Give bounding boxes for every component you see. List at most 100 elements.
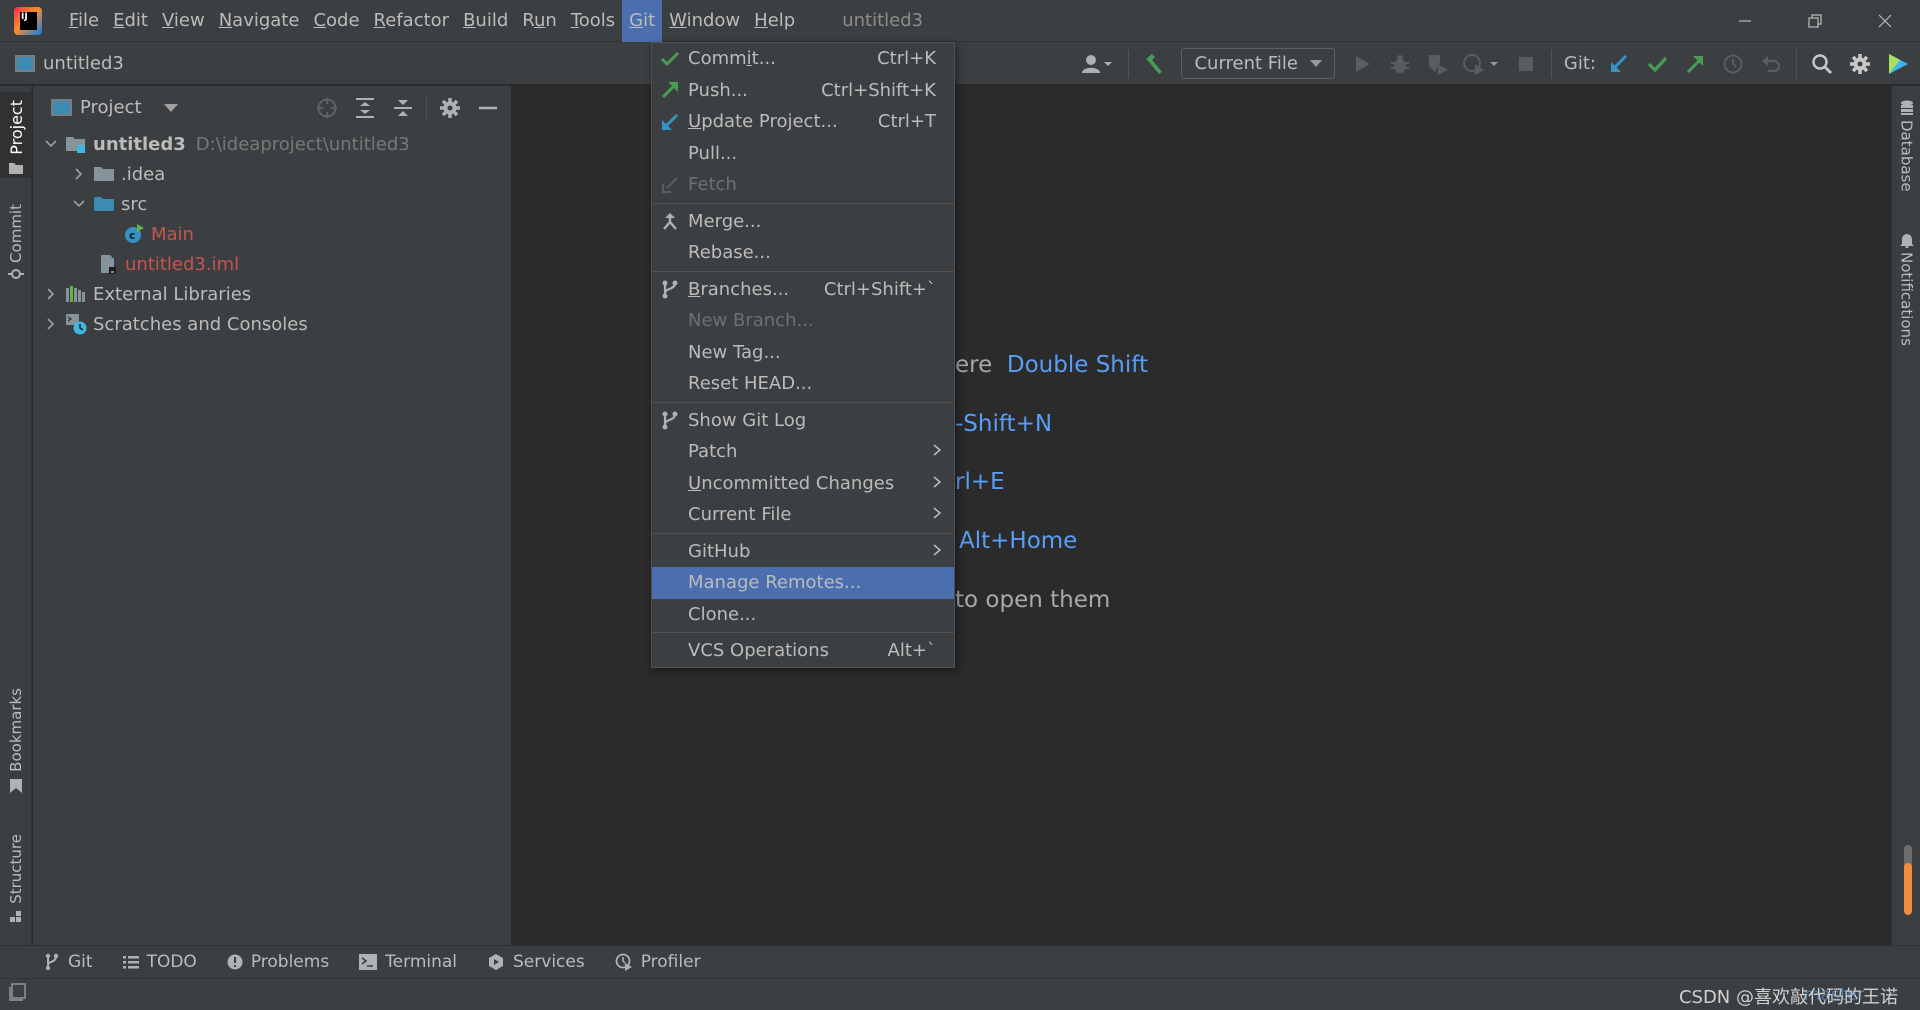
toggle-tool-windows-button[interactable] — [8, 982, 28, 1007]
git-menu-item-rebase[interactable]: Rebase... — [652, 237, 954, 269]
update-arrow-icon — [652, 112, 688, 132]
project-view-options-button[interactable] — [435, 93, 465, 123]
tool-windows-icon — [9, 983, 26, 1001]
menu-label-part: avigate — [232, 9, 300, 31]
git-update-button[interactable] — [1603, 48, 1635, 80]
git-menu-item-clone[interactable]: Clone... — [652, 599, 954, 631]
menu-label-part: New Tag... — [688, 341, 781, 363]
chevron-right-icon[interactable] — [43, 286, 59, 302]
menu-label-part: New Branch... — [688, 310, 814, 332]
intellij-logo-icon — [14, 6, 42, 35]
git-menu-item-commit[interactable]: Commit... Ctrl+K — [652, 43, 954, 75]
tree-node-scratches[interactable]: Scratches and Consoles — [33, 309, 511, 339]
search-everywhere-button[interactable] — [1806, 48, 1838, 80]
git-menu-item-current-file[interactable]: Current File — [652, 499, 954, 531]
chevron-down-icon[interactable] — [163, 103, 178, 112]
git-menu-item-shortcut: Ctrl+Shift+` — [823, 278, 936, 300]
tree-node-iml[interactable]: untitled3.iml — [33, 249, 511, 279]
git-rollback-button[interactable] — [1755, 48, 1787, 80]
menu-code[interactable]: Code — [306, 0, 366, 42]
git-menu-item-branches[interactable]: Branches... Ctrl+Shift+` — [652, 274, 954, 306]
expand-all-button[interactable] — [350, 93, 380, 123]
git-menu-item-pull[interactable]: Pull... — [652, 138, 954, 170]
tree-node-main[interactable]: c Main — [33, 219, 511, 249]
menu-label-part: t... — [751, 48, 776, 70]
tree-node-src[interactable]: src — [33, 189, 511, 219]
git-menu-item-label: Commit... — [688, 48, 877, 69]
tree-node-project-root[interactable]: untitled3 D:\ideaproject\untitled3 — [33, 129, 511, 159]
stop-button[interactable] — [1510, 48, 1542, 80]
debug-button[interactable] — [1384, 48, 1416, 80]
minimize-icon — [1739, 20, 1751, 22]
collapse-all-button[interactable] — [388, 93, 418, 123]
git-menu-popup: Commit... Ctrl+K Push... Ctrl+Shift+K Update… — [651, 42, 955, 668]
git-menu-item-new-tag[interactable]: New Tag... — [652, 337, 954, 369]
tool-window-todo-button[interactable]: TODO — [122, 952, 197, 972]
chevron-right-icon[interactable] — [43, 316, 59, 332]
run-button[interactable] — [1346, 48, 1378, 80]
tool-window-problems-button[interactable]: Problems — [227, 952, 329, 972]
git-menu-item-update-project[interactable]: Update Project... Ctrl+T — [652, 106, 954, 138]
profile-button[interactable] — [1460, 48, 1504, 80]
git-menu-item-patch[interactable]: Patch — [652, 436, 954, 468]
git-menu-item-github[interactable]: GitHub — [652, 536, 954, 568]
menu-build[interactable]: Build — [456, 0, 515, 42]
git-menu-item-shortcut: Ctrl+T — [877, 111, 936, 133]
git-menu-item-vcs-operations[interactable]: VCS Operations Alt+` — [652, 635, 954, 667]
user-accounts-button[interactable] — [1077, 48, 1119, 80]
commit-icon — [8, 268, 24, 279]
select-opened-file-button[interactable] — [312, 93, 342, 123]
chevron-down-icon[interactable] — [43, 136, 59, 152]
git-menu-item-manage-remotes[interactable]: Manage Remotes... — [652, 567, 954, 599]
git-push-button[interactable] — [1679, 48, 1711, 80]
tree-node-external-libraries[interactable]: External Libraries — [33, 279, 511, 309]
menu-file[interactable]: File — [62, 0, 106, 42]
memory-indicator[interactable] — [1904, 845, 1912, 915]
tool-window-structure-button[interactable]: Structure — [0, 834, 32, 934]
project-view-selector[interactable]: Project — [80, 97, 142, 118]
tool-window-terminal-button[interactable]: Terminal — [359, 952, 457, 972]
source-folder-icon — [93, 194, 115, 214]
git-menu-item-new-branch[interactable]: New Branch... — [652, 305, 954, 337]
run-configuration-dropdown[interactable]: Current File — [1181, 48, 1335, 79]
tool-window-project-button[interactable]: Project — [0, 92, 32, 178]
menu-navigate[interactable]: Navigate — [212, 0, 307, 42]
menu-refactor[interactable]: Refactor — [367, 0, 457, 42]
hide-panel-button[interactable] — [473, 93, 503, 123]
menu-window[interactable]: Window — [662, 0, 747, 42]
chevron-down-icon[interactable] — [71, 196, 87, 212]
git-menu-item-push[interactable]: Push... Ctrl+Shift+K — [652, 75, 954, 107]
git-menu-item-merge[interactable]: Merge... — [652, 206, 954, 238]
tool-window-profiler-button[interactable]: Profiler — [615, 952, 701, 972]
tool-window-notifications-button[interactable]: Notifications — [1892, 232, 1920, 362]
run-with-coverage-button[interactable] — [1422, 48, 1454, 80]
menu-run[interactable]: Run — [515, 0, 564, 42]
git-commit-button[interactable] — [1641, 48, 1673, 80]
menu-view[interactable]: View — [155, 0, 212, 42]
tool-window-bookmarks-button[interactable]: Bookmarks — [0, 688, 32, 808]
git-menu-item-show-git-log[interactable]: Show Git Log — [652, 405, 954, 437]
left-tool-stripe: Project Commit Bookmarks Structure — [0, 86, 32, 945]
settings-button[interactable] — [1844, 48, 1876, 80]
close-window-button[interactable] — [1850, 0, 1920, 42]
git-menu-item-fetch[interactable]: Fetch — [652, 169, 954, 201]
menu-tools[interactable]: Tools — [564, 0, 622, 42]
git-history-button[interactable] — [1717, 48, 1749, 80]
code-with-me-button[interactable] — [1882, 48, 1914, 80]
tree-node-idea[interactable]: .idea — [33, 159, 511, 189]
tool-window-commit-button[interactable]: Commit — [0, 204, 32, 294]
build-button[interactable] — [1138, 48, 1170, 80]
menu-help[interactable]: Help — [747, 0, 802, 42]
minimize-button[interactable] — [1710, 0, 1780, 42]
tool-window-database-button[interactable]: Database — [1892, 100, 1920, 210]
tool-window-services-button[interactable]: Services — [487, 952, 585, 972]
menu-edit[interactable]: Edit — [106, 0, 155, 42]
git-menu-item-uncommitted-changes[interactable]: Uncommitted Changes — [652, 468, 954, 500]
menu-bar: File Edit View Navigate Code Refactor Build Run… — [62, 0, 802, 42]
restore-button[interactable] — [1780, 0, 1850, 42]
breadcrumb-project[interactable]: untitled3 — [15, 53, 124, 74]
git-menu-item-reset-head[interactable]: Reset HEAD... — [652, 368, 954, 400]
tool-window-git-button[interactable]: Git — [44, 952, 93, 972]
chevron-right-icon[interactable] — [71, 166, 87, 182]
menu-git[interactable]: Git — [622, 0, 663, 42]
